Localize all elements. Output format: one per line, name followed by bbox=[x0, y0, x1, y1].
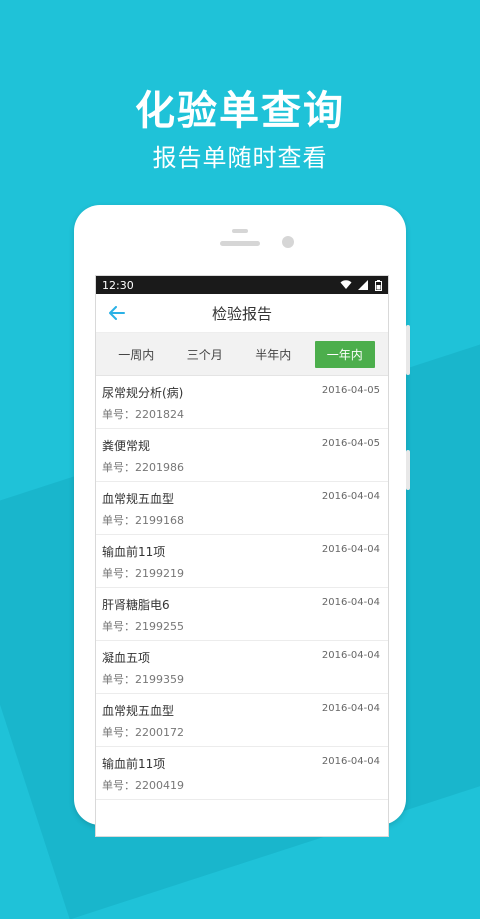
report-number: 单号：2200172 bbox=[102, 726, 184, 739]
back-arrow-icon bbox=[109, 306, 125, 320]
report-number: 单号：2200419 bbox=[102, 779, 184, 792]
report-date: 2016-04-04 bbox=[321, 756, 380, 767]
report-name: 血常规五血型 bbox=[102, 704, 175, 718]
signal-icon bbox=[358, 280, 368, 290]
phone-sensor bbox=[232, 229, 248, 233]
back-button[interactable] bbox=[104, 302, 130, 324]
report-date: 2016-04-05 bbox=[321, 438, 380, 449]
report-date: 2016-04-04 bbox=[321, 544, 380, 555]
report-name: 尿常规分析(病) bbox=[102, 386, 184, 400]
report-number: 单号：2201824 bbox=[102, 408, 184, 421]
phone-frame: 12:30 检验报告 一周内 三个月 半年内 一年内 尿常规分析(病) 单号：2… bbox=[74, 205, 410, 837]
report-date: 2016-04-05 bbox=[321, 385, 380, 396]
phone-power-button bbox=[406, 450, 410, 490]
time-range-tabs: 一周内 三个月 半年内 一年内 bbox=[96, 333, 388, 376]
report-name: 粪便常规 bbox=[102, 439, 151, 453]
phone-volume-button bbox=[406, 325, 410, 375]
tab-half-year[interactable]: 半年内 bbox=[246, 341, 300, 368]
report-item[interactable]: 尿常规分析(病) 单号：2201824 2016-04-05 bbox=[96, 376, 388, 429]
report-name: 凝血五项 bbox=[102, 651, 151, 665]
report-item[interactable]: 输血前11项 单号：2199219 2016-04-04 bbox=[96, 535, 388, 588]
promo-title: 化验单查询 bbox=[135, 88, 345, 134]
report-item[interactable]: 肝肾糖脂电6 单号：2199255 2016-04-04 bbox=[96, 588, 388, 641]
report-item[interactable]: 凝血五项 单号：2199359 2016-04-04 bbox=[96, 641, 388, 694]
report-item[interactable]: 粪便常规 单号：2201986 2016-04-05 bbox=[96, 429, 388, 482]
report-date: 2016-04-04 bbox=[321, 491, 380, 502]
app-bar: 检验报告 bbox=[96, 294, 388, 333]
report-item[interactable]: 血常规五血型 单号：2199168 2016-04-04 bbox=[96, 482, 388, 535]
status-time: 12:30 bbox=[102, 278, 134, 292]
report-name: 输血前11项 bbox=[102, 545, 166, 559]
report-name: 输血前11项 bbox=[102, 757, 166, 771]
tab-one-week[interactable]: 一周内 bbox=[109, 341, 163, 368]
page-title: 检验报告 bbox=[211, 304, 272, 323]
report-name: 肝肾糖脂电6 bbox=[102, 598, 170, 612]
report-date: 2016-04-04 bbox=[321, 650, 380, 661]
report-date: 2016-04-04 bbox=[321, 597, 380, 608]
tab-three-months[interactable]: 三个月 bbox=[178, 341, 232, 368]
status-icons bbox=[340, 279, 382, 291]
report-list: 尿常规分析(病) 单号：2201824 2016-04-05 粪便常规 单号：2… bbox=[96, 376, 388, 800]
report-item[interactable]: 输血前11项 单号：2200419 2016-04-04 bbox=[96, 747, 388, 800]
promo-subtitle: 报告单随时查看 bbox=[152, 144, 328, 172]
report-number: 单号：2199255 bbox=[102, 620, 184, 633]
report-number: 单号：2199359 bbox=[102, 673, 184, 686]
report-number: 单号：2199219 bbox=[102, 567, 184, 580]
report-item[interactable]: 血常规五血型 单号：2200172 2016-04-04 bbox=[96, 694, 388, 747]
phone-screen: 12:30 检验报告 一周内 三个月 半年内 一年内 尿常规分析(病) 单号：2… bbox=[95, 275, 389, 837]
report-date: 2016-04-04 bbox=[321, 703, 380, 714]
tab-one-year[interactable]: 一年内 bbox=[314, 340, 375, 368]
report-name: 血常规五血型 bbox=[102, 492, 175, 506]
wifi-icon bbox=[340, 280, 352, 289]
phone-camera bbox=[282, 236, 294, 248]
report-number: 单号：2201986 bbox=[102, 461, 184, 474]
phone-speaker bbox=[220, 241, 260, 246]
status-bar: 12:30 bbox=[96, 276, 388, 294]
report-number: 单号：2199168 bbox=[102, 514, 184, 527]
battery-icon bbox=[375, 279, 382, 291]
